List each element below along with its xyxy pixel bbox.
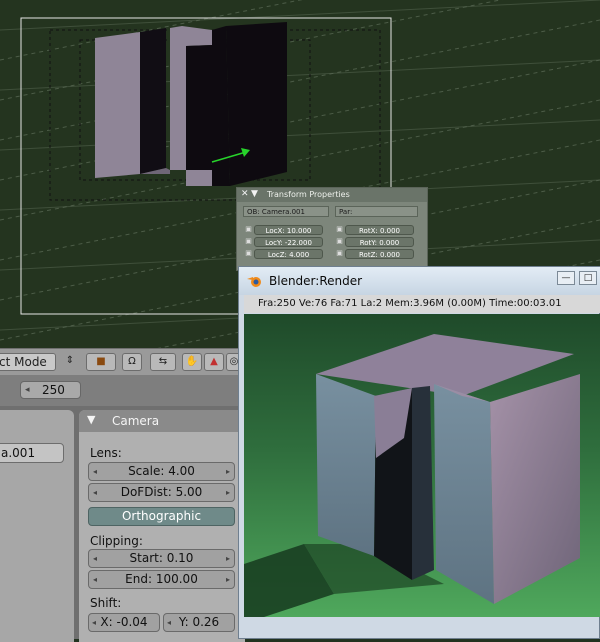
orthographic-toggle[interactable]: Orthographic <box>88 507 235 526</box>
mesh-object <box>95 22 287 186</box>
clip-end-value: End: 100.00 <box>125 572 198 586</box>
locz-field[interactable]: LocZ: 4.000 <box>254 249 323 259</box>
mode-select[interactable]: ct Mode <box>0 353 56 371</box>
roty-field[interactable]: RotY: 0.000 <box>345 237 414 247</box>
clipping-label: Clipping: <box>90 534 143 548</box>
arrow-left-icon[interactable]: ◂ <box>25 382 30 398</box>
shift-label: Shift: <box>90 596 122 610</box>
frame-field[interactable]: ◂ 250 <box>20 381 81 399</box>
arrow-left-icon[interactable]: ◂ <box>93 571 97 588</box>
arrow-right-icon[interactable]: ▸ <box>226 550 230 567</box>
properties-area: a.001 ▼ Camera Lens: ◂ Scale: 4.00 ▸ ◂ D… <box>0 406 245 642</box>
pivot-select[interactable]: Ω <box>122 353 142 371</box>
transform-icon[interactable]: ⇆ <box>150 353 176 371</box>
scale-value: Scale: 4.00 <box>128 464 195 478</box>
rotz-field[interactable]: RotZ: 0.000 <box>345 249 414 259</box>
arrow-left-icon[interactable]: ◂ <box>93 484 97 501</box>
render-info-bar: Fra:250 Ve:76 Fa:71 La:2 Mem:3.96M (0.00… <box>244 295 600 313</box>
lock-icon[interactable]: ▣ <box>336 249 343 258</box>
blender-logo-icon <box>247 277 261 287</box>
draw-type-select[interactable]: ■ <box>86 353 116 371</box>
render-canvas <box>244 314 600 617</box>
render-window-title: Blender:Render <box>269 274 363 288</box>
locy-field[interactable]: LocY: -22.000 <box>254 237 323 247</box>
frame-value: 250 <box>42 383 65 397</box>
dofdist-field[interactable]: ◂ DoFDist: 5.00 ▸ <box>88 483 235 502</box>
lock-icon[interactable]: ▣ <box>336 237 343 246</box>
frame-row: ◂ 250 <box>0 375 240 406</box>
shift-y-value: Y: 0.26 <box>178 615 220 629</box>
parent-field[interactable]: Par: <box>335 206 418 217</box>
object-name-field[interactable]: a.001 <box>0 443 64 463</box>
clip-start-value: Start: 0.10 <box>129 551 194 565</box>
pivot-icon: Ω <box>128 356 136 367</box>
camera-panel-header[interactable]: ▼ Camera <box>79 410 245 432</box>
clip-start-field[interactable]: ◂ Start: 0.10 ▸ <box>88 549 235 568</box>
hand-icon[interactable]: ✋ <box>182 353 202 371</box>
lock-icon[interactable]: ▣ <box>245 237 252 246</box>
viewport-header: ct Mode ⇕ ■ Ω ⇆ ✋ ▲ ◎ <box>0 348 242 376</box>
transform-panel-header[interactable]: ✕ ▼ Transform Properties <box>237 188 427 202</box>
arrow-right-icon[interactable]: ▸ <box>226 463 230 480</box>
shift-x-value: X: -0.04 <box>100 615 148 629</box>
arrow-right-icon[interactable]: ▸ <box>226 484 230 501</box>
cube-icon: ■ <box>96 356 106 367</box>
arrow-left-icon[interactable]: ◂ <box>92 614 96 631</box>
render-image <box>244 314 600 617</box>
camera-panel-title: Camera <box>112 414 160 428</box>
collapse-icon[interactable]: ▼ <box>87 413 95 426</box>
updown-icon[interactable]: ⇕ <box>62 353 78 371</box>
camera-panel: ▼ Camera Lens: ◂ Scale: 4.00 ▸ ◂ DoFDist… <box>79 410 245 642</box>
object-panel: a.001 <box>0 410 74 642</box>
rotx-field[interactable]: RotX: 0.000 <box>345 225 414 235</box>
ob-name-field[interactable]: OB: Camera.001 <box>243 206 329 217</box>
arrow-right-icon[interactable]: ▸ <box>226 571 230 588</box>
arrow-left-icon[interactable]: ◂ <box>93 463 97 480</box>
render-window[interactable]: Blender:Render — □ Fra:250 Ve:76 Fa:71 L… <box>238 266 600 639</box>
dofdist-value: DoFDist: 5.00 <box>120 485 203 499</box>
arrow-left-icon[interactable]: ◂ <box>93 550 97 567</box>
scale-field[interactable]: ◂ Scale: 4.00 ▸ <box>88 462 235 481</box>
locx-field[interactable]: LocX: 10.000 <box>254 225 323 235</box>
maximize-icon[interactable]: □ <box>579 271 597 285</box>
minimize-icon[interactable]: — <box>557 271 575 285</box>
lock-icon[interactable]: ▣ <box>245 249 252 258</box>
lock-icon[interactable]: ▣ <box>245 225 252 234</box>
clip-end-field[interactable]: ◂ End: 100.00 ▸ <box>88 570 235 589</box>
close-icon[interactable]: ✕ <box>241 189 249 199</box>
transform-properties-panel: ✕ ▼ Transform Properties OB: Camera.001 … <box>236 187 428 271</box>
arrow-left-icon[interactable]: ◂ <box>167 614 171 631</box>
lens-label: Lens: <box>90 446 122 460</box>
render-window-titlebar[interactable]: Blender:Render — □ <box>239 267 600 295</box>
collapse-icon[interactable]: ▼ <box>251 189 258 199</box>
lock-icon[interactable]: ▣ <box>336 225 343 234</box>
transform-panel-title: Transform Properties <box>267 190 350 199</box>
shift-x-field[interactable]: ◂ X: -0.04 <box>88 613 160 632</box>
mode-label: ct Mode <box>0 355 47 369</box>
triangle-icon[interactable]: ▲ <box>204 353 224 371</box>
shift-y-field[interactable]: ◂ Y: 0.26 <box>163 613 235 632</box>
